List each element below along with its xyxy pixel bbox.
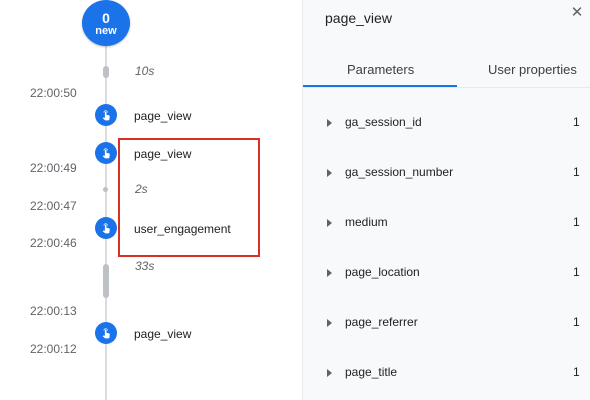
new-events-badge[interactable]: 0 new — [82, 0, 130, 46]
parameter-row[interactable]: page_referrer 1 — [303, 314, 590, 338]
tab-parameters[interactable]: Parameters — [347, 62, 414, 77]
gap-marker — [103, 264, 109, 298]
parameter-row[interactable]: page_title 1 — [303, 364, 590, 388]
gap-marker — [103, 66, 109, 78]
highlight-box — [118, 138, 260, 257]
caret-right-icon — [327, 169, 332, 177]
new-events-label: new — [95, 25, 117, 37]
parameter-row[interactable]: medium 1 — [303, 214, 590, 238]
debug-timeline: 0 new 10s 2s 33s 22:00:50 22:00:49 22:00… — [0, 0, 302, 400]
caret-right-icon — [327, 119, 332, 127]
parameter-name: medium — [345, 215, 388, 229]
parameter-name: ga_session_id — [345, 115, 422, 129]
parameter-name: page_title — [345, 365, 398, 379]
caret-right-icon — [327, 319, 332, 327]
panel-title: page_view — [325, 10, 392, 26]
parameter-name: page_referrer — [345, 315, 418, 329]
parameter-count: 1 — [573, 215, 580, 229]
touch-hand-icon[interactable] — [95, 142, 117, 164]
close-icon[interactable]: ✕ — [569, 4, 585, 22]
event-item[interactable]: page_view — [134, 327, 191, 341]
caret-right-icon — [327, 369, 332, 377]
caret-right-icon — [327, 219, 332, 227]
new-events-count: 0 — [102, 10, 110, 26]
parameter-row[interactable]: ga_session_id 1 — [303, 114, 590, 138]
touch-hand-icon[interactable] — [95, 217, 117, 239]
parameter-count: 1 — [573, 115, 580, 129]
parameter-count: 1 — [573, 365, 580, 379]
caret-right-icon — [327, 269, 332, 277]
parameter-count: 1 — [573, 315, 580, 329]
parameter-name: page_location — [345, 265, 420, 279]
event-item[interactable]: page_view — [134, 109, 191, 123]
timestamp: 22:00:47 — [30, 199, 77, 213]
event-details-panel: page_view ✕ Parameters User properties g… — [302, 0, 590, 400]
timestamp: 22:00:12 — [30, 342, 77, 356]
parameter-count: 1 — [573, 165, 580, 179]
timestamp: 22:00:49 — [30, 161, 77, 175]
touch-hand-icon[interactable] — [95, 104, 117, 126]
timeline-axis — [105, 30, 107, 400]
timestamp: 22:00:13 — [30, 304, 77, 318]
parameter-count: 1 — [573, 265, 580, 279]
gap-marker — [103, 187, 108, 192]
tab-divider — [303, 87, 590, 88]
touch-hand-icon[interactable] — [95, 322, 117, 344]
gap-duration: 33s — [135, 259, 155, 273]
timestamp: 22:00:46 — [30, 236, 77, 250]
parameter-name: ga_session_number — [345, 165, 454, 179]
timestamp: 22:00:50 — [30, 86, 77, 100]
parameter-row[interactable]: page_location 1 — [303, 264, 590, 288]
tab-user-properties[interactable]: User properties — [488, 62, 577, 77]
parameter-row[interactable]: ga_session_number 1 — [303, 164, 590, 188]
gap-duration: 10s — [135, 64, 155, 78]
